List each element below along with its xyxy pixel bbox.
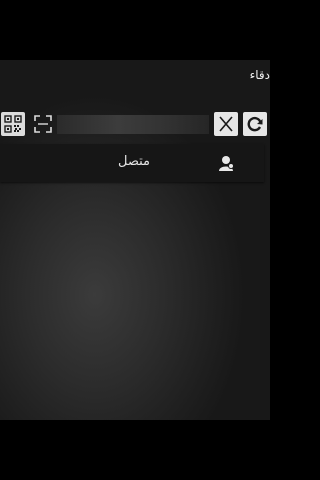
scan-button[interactable] xyxy=(31,112,55,136)
close-x-icon xyxy=(219,116,233,132)
contact-list-item[interactable]: متصل xyxy=(0,144,264,182)
search-input[interactable] xyxy=(57,115,209,134)
qr-code-button[interactable] xyxy=(1,112,25,136)
screen: دقاء متصل xyxy=(0,0,270,480)
contact-status-label: متصل xyxy=(118,154,151,169)
qr-code-icon xyxy=(4,115,22,133)
bottom-area xyxy=(0,420,270,480)
clear-search-button[interactable] xyxy=(214,112,238,136)
scan-frame-icon xyxy=(34,115,52,133)
toolbar xyxy=(0,112,270,138)
refresh-icon xyxy=(247,116,263,132)
page-title: دقاء xyxy=(249,68,270,82)
refresh-button[interactable] xyxy=(243,112,267,136)
user-avatar-icon xyxy=(219,156,234,171)
